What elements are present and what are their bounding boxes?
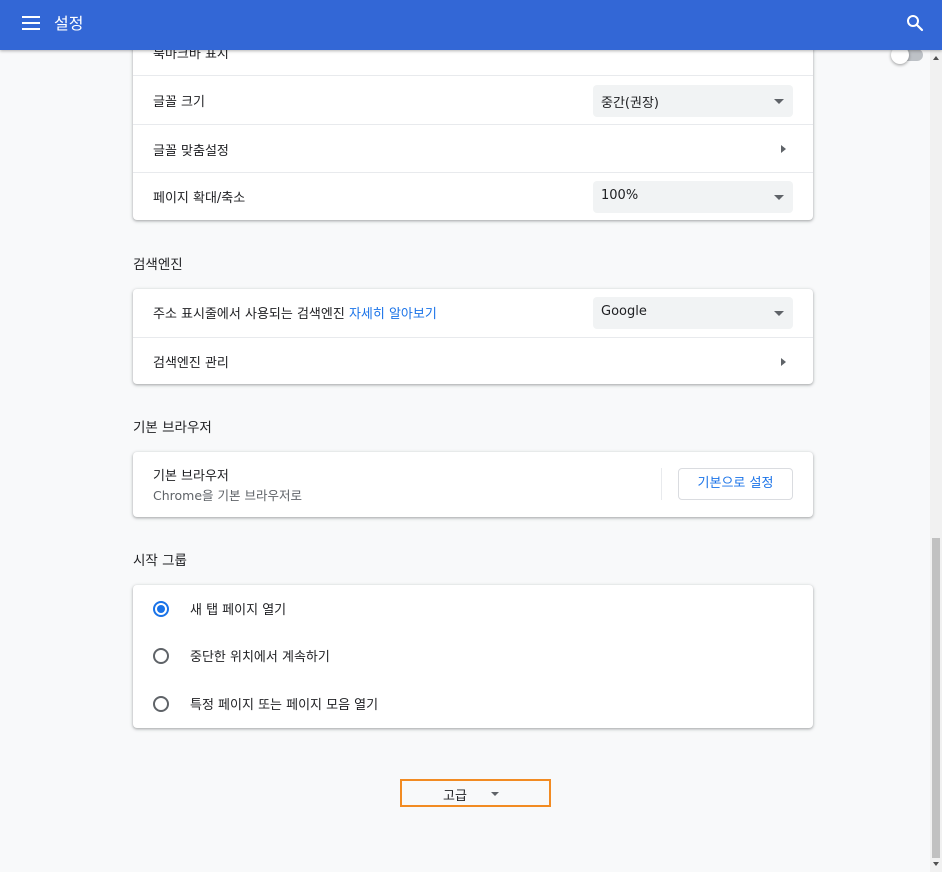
page-title: 설정 — [54, 14, 84, 33]
page-zoom-select[interactable]: 100% — [593, 181, 793, 213]
make-default-button[interactable]: 기본으로 설정 — [678, 468, 793, 500]
startup-option-new-tab[interactable]: 새 탭 페이지 열기 — [133, 585, 813, 632]
customize-fonts-row[interactable]: 글꼴 맞춤설정 — [133, 124, 813, 172]
appearance-card: 북마크바 표시 글꼴 크기 중간(권장) 글꼴 맞춤설정 페이지 확대/축소 1… — [133, 50, 923, 220]
manage-search-engines-label: 검색엔진 관리 — [153, 356, 229, 371]
scroll-down-arrow-icon[interactable] — [933, 862, 939, 866]
page-zoom-label: 페이지 확대/축소 — [153, 191, 246, 206]
page-zoom-value: 100% — [601, 188, 639, 203]
scrollbar[interactable] — [930, 50, 942, 872]
dropdown-arrow-icon — [774, 99, 784, 104]
default-browser-row: 기본 브라우저 Chrome을 기본 브라우저로 기본으로 설정 — [133, 452, 813, 517]
dropdown-arrow-icon — [774, 195, 784, 200]
scroll-up-arrow-icon[interactable] — [933, 56, 939, 60]
default-browser-card: 기본 브라우저 Chrome을 기본 브라우저로 기본으로 설정 — [133, 452, 813, 517]
startup-option-label: 새 탭 페이지 열기 — [190, 603, 287, 618]
startup-option-continue[interactable]: 중단한 위치에서 계속하기 — [133, 632, 813, 680]
startup-option-specific-pages[interactable]: 특정 페이지 또는 페이지 모음 열기 — [133, 680, 813, 728]
page-zoom-row: 페이지 확대/축소 100% — [133, 172, 813, 220]
font-size-label: 글꼴 크기 — [153, 95, 205, 110]
scrollbar-thumb[interactable] — [932, 538, 940, 858]
on-startup-section-title: 시작 그룹 — [133, 553, 187, 569]
chevron-down-icon — [491, 792, 499, 796]
search-engine-select[interactable]: Google — [593, 297, 793, 329]
radio-new-tab[interactable] — [153, 601, 169, 617]
chevron-right-icon — [781, 358, 786, 366]
advanced-button[interactable]: 고급 — [400, 779, 551, 807]
app-header: 설정 — [0, 0, 942, 50]
settings-content: 북마크바 표시 글꼴 크기 중간(권장) 글꼴 맞춤설정 페이지 확대/축소 1… — [0, 50, 930, 872]
search-engine-section-title: 검색엔진 — [133, 257, 183, 273]
font-size-select[interactable]: 중간(권장) — [593, 85, 793, 117]
hamburger-menu-icon[interactable] — [22, 16, 40, 30]
search-engine-row: 주소 표시줄에서 사용되는 검색엔진 자세히 알아보기 Google — [133, 289, 813, 337]
default-browser-section-title: 기본 브라우저 — [133, 420, 212, 436]
default-browser-label: 기본 브라우저 — [153, 469, 229, 484]
search-engine-card: 주소 표시줄에서 사용되는 검색엔진 자세히 알아보기 Google 검색엔진 … — [133, 289, 813, 384]
radio-continue[interactable] — [153, 648, 169, 664]
font-size-value: 중간(권장) — [601, 96, 659, 111]
dropdown-arrow-icon — [774, 311, 784, 316]
search-engine-text: 주소 표시줄에서 사용되는 검색엔진 — [153, 307, 345, 322]
chevron-right-icon — [781, 145, 786, 153]
advanced-label: 고급 — [443, 789, 467, 804]
bookmarks-bar-row[interactable]: 북마크바 표시 — [133, 50, 923, 75]
search-engine-label: 주소 표시줄에서 사용되는 검색엔진 자세히 알아보기 — [153, 303, 437, 322]
bookmarks-bar-toggle[interactable] — [891, 50, 923, 64]
learn-more-link[interactable]: 자세히 알아보기 — [349, 307, 437, 322]
on-startup-card: 새 탭 페이지 열기 중단한 위치에서 계속하기 특정 페이지 또는 페이지 모… — [133, 585, 813, 728]
startup-option-label: 중단한 위치에서 계속하기 — [190, 650, 330, 665]
radio-specific-pages[interactable] — [153, 696, 169, 712]
customize-fonts-label: 글꼴 맞춤설정 — [153, 144, 229, 159]
manage-search-engines-row[interactable]: 검색엔진 관리 — [133, 337, 813, 384]
search-engine-value: Google — [601, 304, 647, 319]
startup-option-label: 특정 페이지 또는 페이지 모음 열기 — [190, 698, 379, 713]
default-browser-sublabel: Chrome을 기본 브라우저로 — [153, 488, 302, 503]
search-icon[interactable] — [905, 13, 925, 33]
font-size-row: 글꼴 크기 중간(권장) — [133, 75, 813, 124]
divider — [661, 468, 662, 500]
bookmarks-bar-label: 북마크바 표시 — [153, 50, 229, 62]
